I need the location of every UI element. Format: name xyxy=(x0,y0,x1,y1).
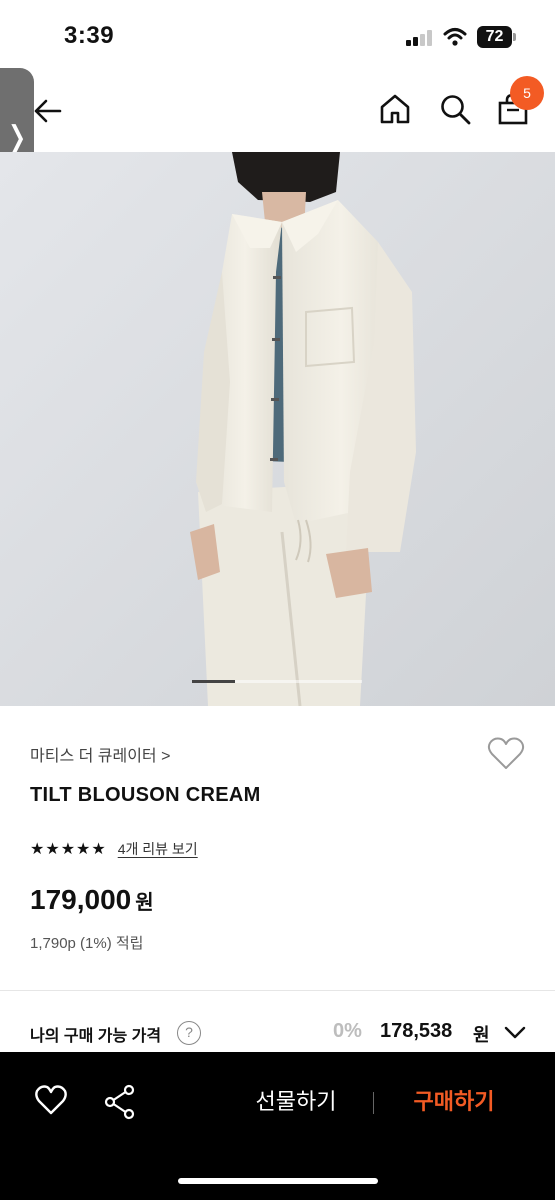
wifi-icon xyxy=(443,28,467,46)
star-icon: ★ xyxy=(60,841,76,858)
price-value: 179,000 xyxy=(30,884,132,915)
chevron-down-icon[interactable] xyxy=(502,1020,528,1046)
buy-button[interactable]: 구매하기 xyxy=(392,1082,516,1122)
points-text: 1,790p (1%) 적립 xyxy=(30,935,144,952)
help-icon[interactable]: ? xyxy=(177,1021,201,1045)
rating-row: ★ ★ ★ ★ ★ 4개 리뷰 보기 xyxy=(30,838,198,860)
rating-stars: ★ ★ ★ ★ ★ xyxy=(30,839,106,859)
chevron-right-icon: ❭ xyxy=(4,120,30,154)
status-bar: 3:39 72 xyxy=(0,0,555,76)
my-price-label: 나의 구매 가능 가격 xyxy=(30,1028,162,1045)
share-icon[interactable] xyxy=(104,1084,136,1120)
brand-link[interactable]: 마티스 더 큐레이터 > xyxy=(30,742,170,766)
my-price-unit: 원 xyxy=(473,1025,490,1045)
price-row: 179,000 원 xyxy=(30,884,154,916)
price-unit: 원 xyxy=(135,892,154,914)
star-icon: ★ xyxy=(76,841,91,858)
search-icon[interactable] xyxy=(438,92,472,126)
bar-divider xyxy=(373,1092,374,1114)
discount-rate: 0% xyxy=(333,1020,362,1042)
status-time: 3:39 xyxy=(64,22,115,49)
app-header: 5 xyxy=(0,76,555,152)
bottom-action-bar: 선물하기 구매하기 xyxy=(0,1052,555,1200)
divider xyxy=(0,990,555,991)
product-image[interactable] xyxy=(0,152,555,706)
heart-icon[interactable] xyxy=(34,1084,68,1118)
star-icon: ★ xyxy=(45,841,60,858)
carousel-indicator xyxy=(192,680,362,683)
star-icon: ★ xyxy=(30,841,45,858)
home-indicator xyxy=(178,1178,378,1184)
product-photo xyxy=(0,152,555,706)
carousel-indicator-active xyxy=(192,680,235,683)
cart-count-badge: 5 xyxy=(510,76,544,110)
star-icon: ★ xyxy=(91,841,106,858)
heart-icon[interactable] xyxy=(486,736,526,772)
review-link[interactable]: 4개 리뷰 보기 xyxy=(118,839,198,859)
battery-icon: 72 xyxy=(477,26,517,48)
battery-level: 72 xyxy=(477,26,512,48)
gift-button[interactable]: 선물하기 xyxy=(232,1082,360,1122)
back-arrow-icon[interactable] xyxy=(30,94,64,128)
my-price-value: 178,538 xyxy=(380,1020,453,1042)
home-icon[interactable] xyxy=(378,92,412,126)
cellular-signal-icon xyxy=(406,30,434,46)
product-title: TILT BLOUSON CREAM xyxy=(30,784,261,806)
